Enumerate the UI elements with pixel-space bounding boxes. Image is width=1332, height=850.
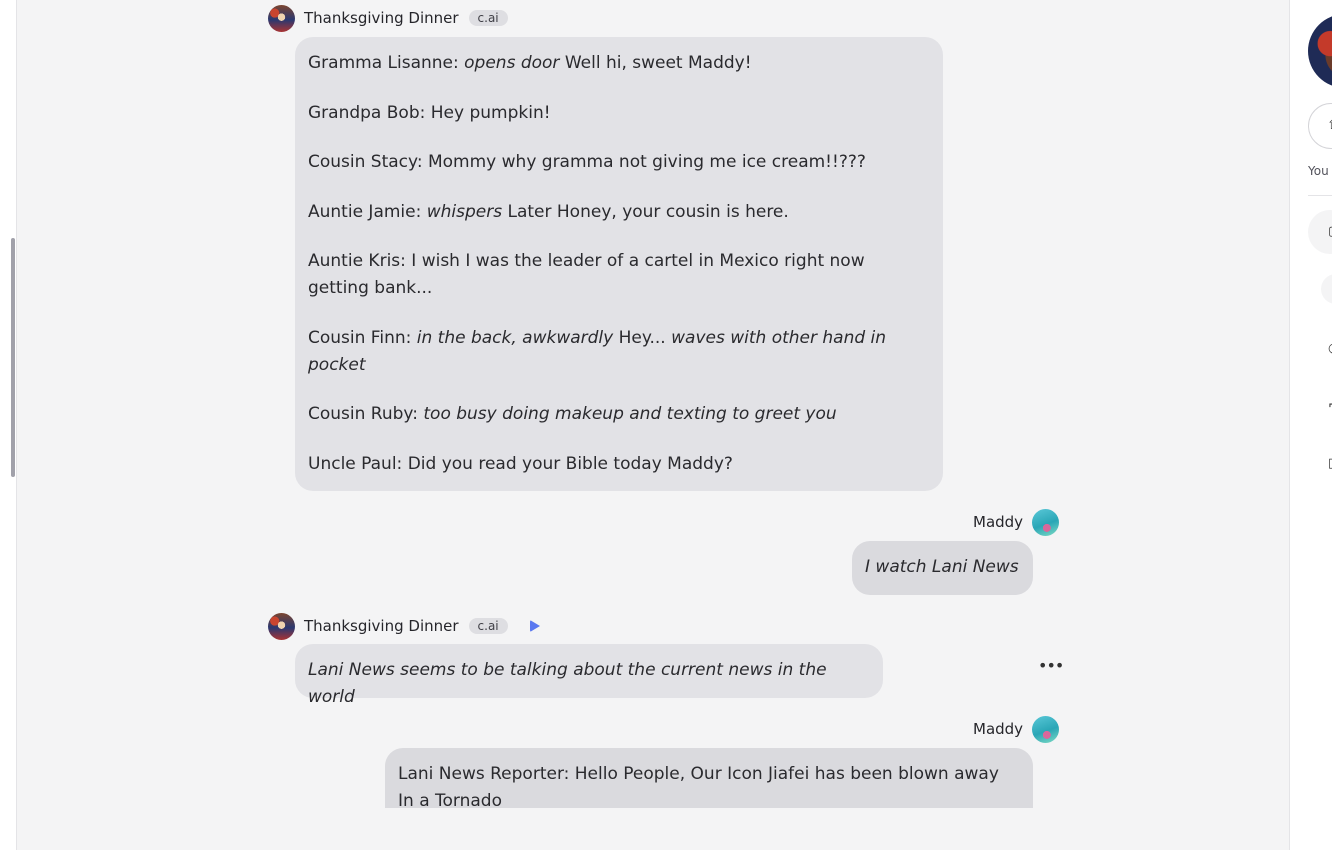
message-line: Cousin Stacy: Mommy why gramma not givin…	[308, 152, 866, 172]
message-line: Grandpa Bob: Hey pumpkin!	[308, 102, 551, 123]
character-name[interactable]: Thanksgiving Dinner	[304, 617, 459, 635]
user-avatar[interactable]	[1032, 715, 1060, 743]
cai-badge: c.ai	[468, 618, 508, 634]
voice-button[interactable]	[1321, 274, 1332, 304]
bot-message-bubble: Lani News seems to be talking about the …	[295, 644, 883, 707]
scrollbar-thumb[interactable]	[11, 238, 15, 477]
bot-message-bubble: Gramma Lisanne: opens door Well hi, swee…	[295, 37, 943, 491]
sidebar-you-label: You	[1308, 164, 1329, 178]
right-sidebar: ⇧ You ▢ ◔ ⌐ ▯	[1289, 0, 1332, 850]
bot-message-header: Thanksgiving Dinner c.ai	[268, 4, 508, 32]
user-name: Maddy	[973, 513, 1024, 531]
sidebar-divider	[1308, 195, 1332, 196]
user-name: Maddy	[973, 720, 1024, 738]
pin-icon[interactable]: ⌐	[1328, 398, 1332, 413]
user-avatar[interactable]	[1032, 508, 1060, 536]
message-line: Auntie Jamie: whispers Later Honey, your…	[308, 201, 789, 222]
message-line: Gramma Lisanne: opens door Well hi, swee…	[308, 53, 752, 73]
user-message-header: Maddy	[973, 508, 1060, 536]
user-message-header: Maddy	[973, 715, 1060, 743]
message-line: Uncle Paul: Did you read your Bible toda…	[308, 453, 733, 474]
share-icon: ⇧	[1327, 118, 1332, 133]
user-message-bubble: I watch Lani News	[852, 541, 1033, 595]
character-avatar[interactable]	[268, 612, 295, 640]
share-button[interactable]: ⇧	[1308, 103, 1332, 149]
message-text: I watch Lani News	[865, 557, 1019, 577]
character-name[interactable]: Thanksgiving Dinner	[304, 9, 459, 27]
message-line: Cousin Finn: in the back, awkwardly Hey.…	[308, 327, 887, 375]
bot-message-header: Thanksgiving Dinner c.ai	[268, 612, 540, 640]
message-text: Lani News Reporter: Hello People, Our Ic…	[398, 764, 999, 811]
cai-badge: c.ai	[468, 10, 508, 26]
chat-bottom-area	[17, 808, 1289, 850]
chat-icon: ▢	[1328, 224, 1332, 239]
play-voice-icon[interactable]	[529, 620, 540, 632]
character-avatar[interactable]	[268, 4, 295, 32]
settings-icon[interactable]: ▯	[1328, 456, 1332, 471]
message-line: Auntie Kris: I wish I was the leader of …	[308, 251, 865, 298]
more-options-icon[interactable]: •••	[1038, 656, 1064, 675]
history-icon[interactable]: ◔	[1328, 341, 1332, 356]
new-chat-button[interactable]: ▢	[1308, 210, 1332, 254]
message-line: Cousin Ruby: too busy doing makeup and t…	[308, 404, 837, 424]
message-text: Lani News seems to be talking about the …	[308, 660, 827, 707]
character-profile-avatar[interactable]	[1308, 14, 1332, 88]
